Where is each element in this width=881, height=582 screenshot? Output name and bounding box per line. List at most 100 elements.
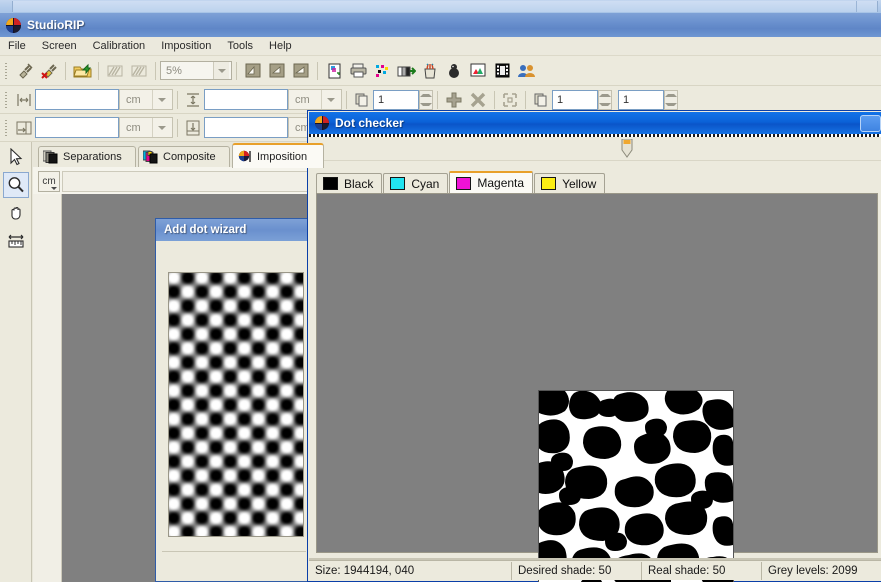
application-window: StudioRIP File Screen Calibration Imposi… (0, 0, 881, 582)
tab-cyan[interactable]: Cyan (383, 173, 449, 193)
zoom-tool[interactable] (3, 172, 29, 198)
menu-tools[interactable]: Tools (219, 38, 261, 54)
stepper-down-icon[interactable] (599, 100, 611, 109)
pan-tool[interactable] (3, 200, 29, 226)
app-title: StudioRIP (27, 18, 85, 32)
page-align-center-icon[interactable] (265, 59, 289, 83)
page-align-right-icon[interactable] (289, 59, 313, 83)
offset-x-unit-value: cm (126, 121, 141, 134)
dot-checker-titlebar[interactable]: Dot checker (309, 112, 881, 134)
new-job-icon[interactable] (322, 59, 346, 83)
offset-y-input[interactable] (204, 117, 288, 138)
status-grey-levels: Grey levels: 2099 (761, 561, 881, 580)
scale-slider-area[interactable] (309, 137, 881, 161)
stepper-up-icon[interactable] (599, 91, 611, 100)
stepper-up-icon[interactable] (420, 91, 432, 100)
stepper-up-icon[interactable] (665, 91, 677, 100)
chevron-down-icon[interactable] (213, 62, 229, 79)
disconnect-icon[interactable] (37, 59, 61, 83)
color-tab-row: Black Cyan Magenta Yellow (316, 171, 606, 193)
copies-stepper[interactable] (419, 89, 433, 110)
menu-imposition[interactable]: Imposition (153, 38, 219, 54)
width-input[interactable] (35, 89, 119, 110)
copies-icon (351, 89, 373, 111)
menu-help[interactable]: Help (261, 38, 300, 54)
offset-x-input[interactable] (35, 117, 119, 138)
window-frame-inner (12, 1, 878, 12)
ink-pot-icon[interactable] (418, 59, 442, 83)
toolbar-grip[interactable] (3, 61, 10, 81)
preview-image-icon[interactable] (466, 59, 490, 83)
window-frame-top (0, 0, 881, 13)
film-icon[interactable] (490, 59, 514, 83)
tab-imposition-label: Imposition (257, 150, 308, 163)
stepper-down-icon[interactable] (665, 100, 677, 109)
cols-input[interactable]: 1 (618, 89, 664, 110)
yellow-swatch (541, 177, 557, 190)
open-folder-icon[interactable] (70, 59, 94, 83)
menu-screen[interactable]: Screen (34, 38, 85, 54)
restore-button[interactable] (860, 115, 881, 132)
copies-value: 1 (378, 93, 385, 106)
add-plus-icon[interactable] (442, 88, 466, 112)
separations-icon (43, 150, 58, 164)
print-icon[interactable] (346, 59, 370, 83)
measure-tool[interactable] (3, 228, 29, 254)
menu-file[interactable]: File (0, 38, 34, 54)
chevron-down-icon[interactable] (321, 90, 339, 109)
users-icon[interactable] (514, 59, 538, 83)
chevron-down-icon (51, 187, 57, 190)
height-unit-combo[interactable]: cm (288, 89, 342, 110)
postscript-icon[interactable] (442, 59, 466, 83)
menu-calibration[interactable]: Calibration (85, 38, 154, 54)
duplicate-icon (530, 89, 552, 111)
cols-stepper[interactable] (664, 89, 678, 110)
height-input[interactable] (204, 89, 288, 110)
page-align-left-icon[interactable] (241, 59, 265, 83)
pointer-tool[interactable] (3, 144, 29, 170)
tab-imposition[interactable]: Imposition (232, 143, 324, 168)
color-dots-icon[interactable] (370, 59, 394, 83)
main-titlebar: StudioRIP (0, 13, 881, 37)
dot-checker-canvas[interactable] (316, 193, 878, 582)
toolbar-grip[interactable] (3, 118, 10, 138)
copies-input[interactable]: 1 (373, 89, 419, 110)
chevron-down-icon[interactable] (152, 118, 170, 137)
height-arrows-icon (182, 89, 204, 111)
connect-icon[interactable] (13, 59, 37, 83)
gradient-step-icon[interactable] (394, 59, 418, 83)
tab-yellow[interactable]: Yellow (534, 173, 606, 193)
toolbar-grip[interactable] (3, 90, 10, 110)
rows-input[interactable]: 1 (552, 89, 598, 110)
tab-magenta-label: Magenta (477, 176, 525, 190)
toolbar-separator (177, 118, 178, 137)
studiorip-registration-icon (315, 116, 329, 130)
tab-magenta[interactable]: Magenta (449, 171, 534, 193)
fm-screen-pattern (539, 391, 733, 582)
dot-checker-title: Dot checker (335, 116, 404, 130)
workspace-unit-button[interactable]: cm (38, 171, 60, 192)
width-arrows-icon (13, 89, 35, 111)
rows-value: 1 (557, 93, 564, 106)
main-toolbar: 5% (0, 56, 881, 86)
tab-black[interactable]: Black (316, 173, 383, 193)
magnifier-icon (8, 177, 24, 193)
fm-screen-preview[interactable] (538, 390, 734, 582)
window-frame-inner-right (856, 1, 878, 12)
tab-separations[interactable]: Separations (38, 146, 136, 167)
toolbar-separator (177, 90, 178, 109)
toolbar-separator (317, 61, 318, 80)
offset-x-unit-combo[interactable]: cm (119, 117, 173, 138)
scale-slider-thumb[interactable] (621, 139, 633, 158)
remove-cross-icon[interactable] (466, 88, 490, 112)
dot-checker-dialog: Dot checker Black Cyan Magenta Yellow Si… (307, 110, 881, 582)
chevron-down-icon[interactable] (152, 90, 170, 109)
am-dot-preview[interactable] (168, 272, 304, 537)
tab-composite[interactable]: Composite (138, 146, 230, 167)
rows-stepper[interactable] (598, 89, 612, 110)
add-dot-wizard-panel: Add dot wizard (155, 218, 313, 582)
ruler-icon (8, 234, 24, 248)
width-unit-combo[interactable]: cm (119, 89, 173, 110)
stepper-down-icon[interactable] (420, 100, 432, 109)
zoom-level-combo[interactable]: 5% (160, 61, 232, 80)
